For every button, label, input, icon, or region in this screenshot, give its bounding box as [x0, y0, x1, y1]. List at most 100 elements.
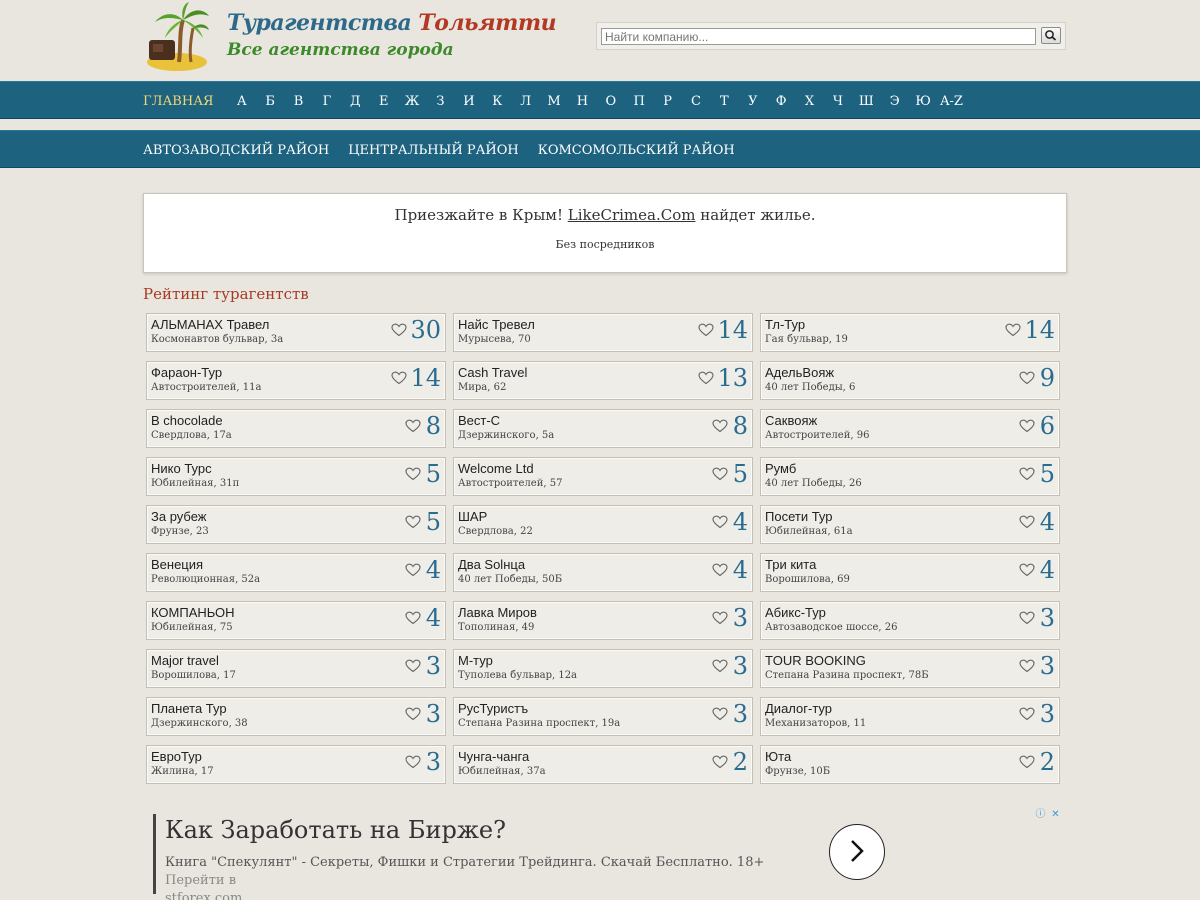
agency-card[interactable]: TOUR BOOKING Степана Разина проспект, 78Б… — [760, 649, 1060, 688]
agency-card[interactable]: КОМПАНЬОН Юбилейная, 75 4 — [146, 601, 446, 640]
ad-go-link[interactable]: Перейти в — [165, 873, 236, 888]
agency-card[interactable]: Венеция Революционная, 52а 4 — [146, 553, 446, 592]
agency-card[interactable]: Фараон-Тур Автостроителей, 11а 14 — [146, 361, 446, 400]
ad-close-icon[interactable]: ✕ — [1049, 808, 1062, 821]
agency-name[interactable]: Фараон-Тур — [151, 365, 222, 380]
heart-icon[interactable] — [391, 323, 407, 337]
heart-icon[interactable] — [405, 419, 421, 433]
agency-name[interactable]: РусТуристъ — [458, 701, 528, 716]
agency-name[interactable]: Абикс-Тур — [765, 605, 826, 620]
nav-letter-link[interactable]: Ф — [767, 94, 795, 109]
heart-icon[interactable] — [698, 371, 714, 385]
nav-letter-link[interactable]: Х — [795, 94, 823, 109]
agency-card[interactable]: Планета Тур Дзержинского, 38 3 — [146, 697, 446, 736]
heart-icon[interactable] — [1019, 515, 1035, 529]
heart-icon[interactable] — [391, 371, 407, 385]
nav-letter-link[interactable]: М — [540, 94, 568, 109]
nav-letter-link[interactable]: Л — [511, 94, 539, 109]
agency-card[interactable]: За рубеж Фрунзе, 23 5 — [146, 505, 446, 544]
nav-letter-link[interactable]: П — [625, 94, 653, 109]
agency-name[interactable]: ЕвроТур — [151, 749, 202, 764]
agency-card[interactable]: Нико Турс Юбилейная, 31п 5 — [146, 457, 446, 496]
agency-name[interactable]: Welcome Ltd — [458, 461, 534, 476]
agency-card[interactable]: Абикс-Тур Автозаводское шоссе, 26 3 — [760, 601, 1060, 640]
agency-card[interactable]: АЛЬМАНАХ Травел Космонавтов бульвар, 3а 30 — [146, 313, 446, 352]
ad-domain[interactable]: stforex.com — [165, 891, 242, 900]
agency-card[interactable]: РусТуристъ Степана Разина проспект, 19а 3 — [453, 697, 753, 736]
agency-card[interactable]: Юта Фрунзе, 10Б 2 — [760, 745, 1060, 784]
agency-name[interactable]: Диалог-тур — [765, 701, 832, 716]
agency-name[interactable]: Планета Тур — [151, 701, 227, 716]
agency-name[interactable]: За рубеж — [151, 509, 207, 524]
agency-card[interactable]: Чунга-чанга Юбилейная, 37а 2 — [453, 745, 753, 784]
agency-name[interactable]: АЛЬМАНАХ Травел — [151, 317, 269, 332]
heart-icon[interactable] — [712, 755, 728, 769]
nav-letter-link[interactable]: Ч — [824, 94, 852, 109]
heart-icon[interactable] — [712, 563, 728, 577]
nav-letter-link[interactable]: Ю — [909, 94, 937, 109]
heart-icon[interactable] — [405, 467, 421, 481]
nav-home-link[interactable]: ГЛАВНАЯ — [143, 94, 214, 109]
agency-name[interactable]: Посети Тур — [765, 509, 833, 524]
agency-name[interactable]: АдельВояж — [765, 365, 834, 380]
agency-name[interactable]: Чунга-чанга — [458, 749, 529, 764]
agency-card[interactable]: Два Solнца 40 лет Победы, 50Б 4 — [453, 553, 753, 592]
site-title-part2[interactable]: Тольятти — [418, 10, 556, 36]
agency-name[interactable]: Три кита — [765, 557, 816, 572]
nav-letter-link[interactable]: Э — [881, 94, 909, 109]
agency-card[interactable]: Саквояж Автостроителей, 96 6 — [760, 409, 1060, 448]
nav-letter-link[interactable]: У — [739, 94, 767, 109]
heart-icon[interactable] — [712, 467, 728, 481]
agency-card[interactable]: Cash Travel Мира, 62 13 — [453, 361, 753, 400]
nav-letter-link[interactable]: Ш — [852, 94, 880, 109]
heart-icon[interactable] — [1019, 659, 1035, 673]
agency-card[interactable]: Три кита Ворошилова, 69 4 — [760, 553, 1060, 592]
heart-icon[interactable] — [1019, 371, 1035, 385]
agency-name[interactable]: Major travel — [151, 653, 219, 668]
agency-name[interactable]: Саквояж — [765, 413, 817, 428]
ad-arrow-button[interactable] — [829, 824, 885, 880]
nav-letter-link[interactable]: Д — [341, 94, 369, 109]
nav-letter-link[interactable]: Р — [653, 94, 681, 109]
agency-name[interactable]: Юта — [765, 749, 791, 764]
agency-card[interactable]: Посети Тур Юбилейная, 61а 4 — [760, 505, 1060, 544]
ad-banner[interactable]: Как Заработать на Бирже? Книга "Спекулян… — [153, 808, 1065, 900]
nav-letter-link[interactable]: З — [426, 94, 454, 109]
agency-name[interactable]: Два Solнца — [458, 557, 525, 572]
heart-icon[interactable] — [405, 755, 421, 769]
nav-letter-link[interactable]: Н — [568, 94, 596, 109]
agency-card[interactable]: Тл-Тур Гая бульвар, 19 14 — [760, 313, 1060, 352]
palm-island-icon[interactable] — [143, 2, 211, 72]
agency-card[interactable]: АдельВояж 40 лет Победы, 6 9 — [760, 361, 1060, 400]
nav-letter-link[interactable]: И — [455, 94, 483, 109]
heart-icon[interactable] — [698, 323, 714, 337]
search-input[interactable] — [601, 28, 1036, 45]
agency-card[interactable]: B chocolade Свердлова, 17а 8 — [146, 409, 446, 448]
ad-title[interactable]: Как Заработать на Бирже? — [165, 816, 506, 844]
nav-letter-link[interactable]: В — [284, 94, 312, 109]
heart-icon[interactable] — [405, 659, 421, 673]
nav-letter-link[interactable]: Б — [256, 94, 284, 109]
nav-district-link[interactable]: АВТОЗАВОДСКИЙ РАЙОН — [143, 143, 329, 158]
nav-letter-link[interactable]: Т — [710, 94, 738, 109]
agency-card[interactable]: ЕвроТур Жилина, 17 3 — [146, 745, 446, 784]
heart-icon[interactable] — [405, 563, 421, 577]
agency-name[interactable]: Тл-Тур — [765, 317, 805, 332]
agency-name[interactable]: Румб — [765, 461, 796, 476]
heart-icon[interactable] — [712, 611, 728, 625]
heart-icon[interactable] — [405, 707, 421, 721]
agency-name[interactable]: М-тур — [458, 653, 493, 668]
nav-letter-link[interactable]: К — [483, 94, 511, 109]
agency-card[interactable]: Major travel Ворошилова, 17 3 — [146, 649, 446, 688]
agency-name[interactable]: КОМПАНЬОН — [151, 605, 235, 620]
agency-name[interactable]: Нико Турс — [151, 461, 212, 476]
agency-card[interactable]: Румб 40 лет Победы, 26 5 — [760, 457, 1060, 496]
heart-icon[interactable] — [1019, 755, 1035, 769]
agency-name[interactable]: Лавка Миров — [458, 605, 537, 620]
agency-card[interactable]: Лавка Миров Тополиная, 49 3 — [453, 601, 753, 640]
heart-icon[interactable] — [712, 515, 728, 529]
ad-info-icon[interactable]: ⓘ — [1034, 808, 1047, 821]
heart-icon[interactable] — [712, 659, 728, 673]
heart-icon[interactable] — [405, 515, 421, 529]
heart-icon[interactable] — [1019, 563, 1035, 577]
